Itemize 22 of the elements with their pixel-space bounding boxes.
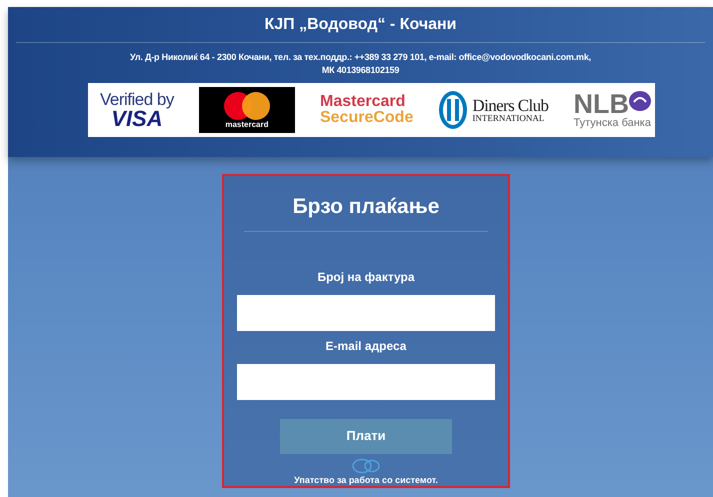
input-field[interactable] xyxy=(237,294,495,330)
logo-text: Mastercard xyxy=(320,94,406,110)
logo-text: Diners Club xyxy=(472,97,548,114)
form-title: Брзо плаќање xyxy=(244,176,488,232)
site-title: КЈП „Водовод“ - Кочани xyxy=(16,7,705,43)
address-text: МК 4013968102159 xyxy=(322,65,400,75)
pay-button[interactable]: Плати xyxy=(280,418,452,454)
help-link[interactable]: Упатство за работа со системот. xyxy=(294,474,438,487)
logo-text: SecureCode xyxy=(320,110,414,126)
bank-emblem-icon xyxy=(629,91,651,111)
diners-logo-icon xyxy=(438,90,468,130)
address-text: Ул. Д-р Николиќ 64 - 2300 Кочани, тел. за тех.поддр.: ++389 33 279 101, e-mail: office@vodovodkocani.com.mk, xyxy=(130,52,591,62)
logo-text: mastercard xyxy=(225,121,268,129)
logo-text: INTERNATIONAL xyxy=(472,114,546,123)
logo-text: Verified by xyxy=(100,90,174,108)
field-label: E-mail адреса xyxy=(326,338,406,354)
input-field[interactable] xyxy=(237,364,495,400)
logo-text: VISA xyxy=(110,108,163,130)
field-label: Број на фактура xyxy=(317,268,415,286)
logo-text: Тутунска банка xyxy=(574,118,651,129)
logo-text: NLB xyxy=(574,91,629,118)
speech-bubbles-icon[interactable] xyxy=(351,458,381,474)
